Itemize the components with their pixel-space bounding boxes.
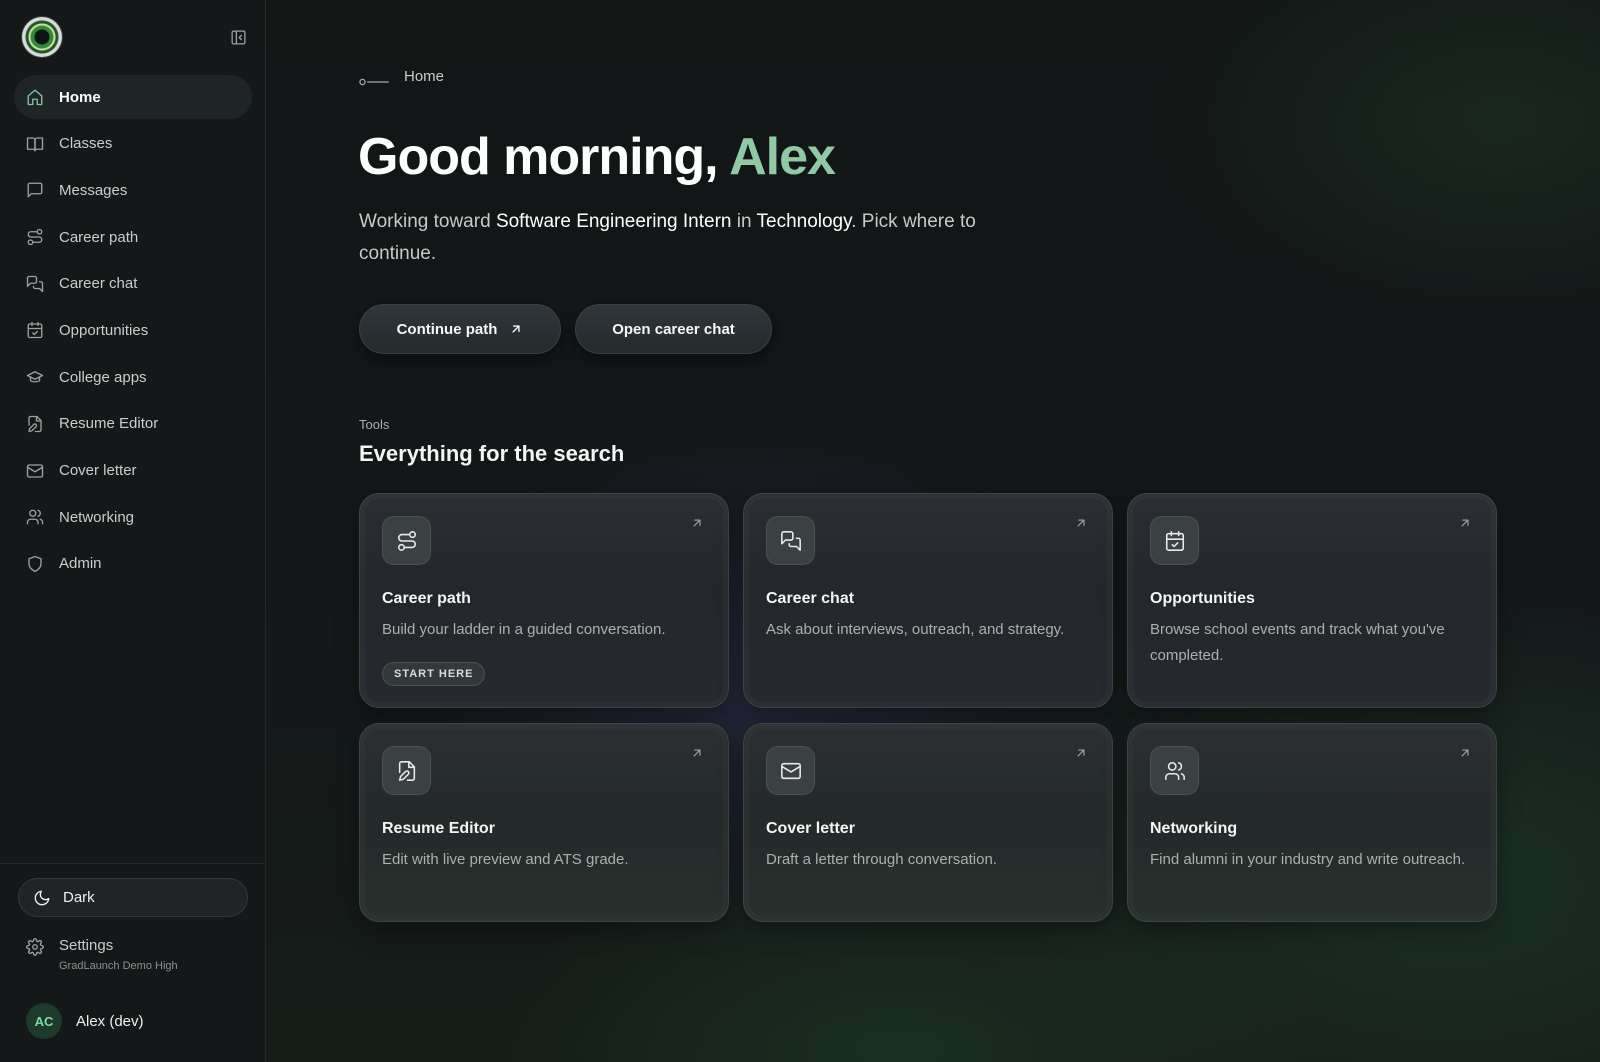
tool-card-cover-letter[interactable]: Cover letter Draft a letter through conv…	[743, 723, 1113, 922]
main-content: Home Good morning, Alex Working toward S…	[266, 0, 1600, 1062]
users-icon	[26, 508, 44, 526]
card-description: Find alumni in your industry and write o…	[1150, 851, 1466, 868]
theme-toggle-button[interactable]: Dark	[18, 878, 248, 917]
card-title: Networking	[1150, 820, 1238, 837]
message-icon	[26, 181, 44, 199]
tool-card-networking[interactable]: Networking Find alumni in your industry …	[1127, 723, 1497, 922]
calendar-check-icon	[26, 321, 44, 339]
users-icon	[1150, 746, 1199, 795]
sidebar: Home Classes Messages Career path Career…	[0, 0, 266, 1062]
sidebar-item-label: Resume Editor	[59, 415, 159, 433]
subtitle-text-2: in	[731, 211, 757, 232]
sidebar-item-home[interactable]: Home	[14, 75, 252, 119]
user-name: Alex (dev)	[76, 1012, 144, 1030]
sidebar-item-career-path[interactable]: Career path	[14, 215, 252, 259]
tool-card-resume-editor[interactable]: Resume Editor Edit with live preview and…	[359, 723, 729, 922]
sidebar-item-label: Messages	[59, 181, 128, 199]
continue-path-button[interactable]: Continue path	[359, 304, 561, 354]
sidebar-item-classes[interactable]: Classes	[14, 122, 252, 166]
theme-label: Dark	[63, 889, 95, 906]
card-description: Browse school events and track what you'…	[1150, 621, 1445, 664]
sidebar-item-career-chat[interactable]: Career chat	[14, 262, 252, 306]
card-title: Cover letter	[766, 820, 855, 837]
org-name: GradLaunch Demo High	[59, 960, 178, 972]
section-title: Everything for the search	[359, 441, 625, 466]
breadcrumb: Home	[359, 68, 444, 85]
card-description: Draft a letter through conversation.	[766, 851, 997, 868]
tool-card-career-path[interactable]: Career path Build your ladder in a guide…	[359, 493, 729, 708]
moon-icon	[33, 889, 51, 907]
sidebar-item-label: Classes	[59, 135, 113, 153]
book-icon	[26, 135, 44, 153]
sidebar-item-label: Admin	[59, 555, 102, 573]
sidebar-item-label: College apps	[59, 368, 147, 386]
route-icon	[26, 228, 44, 246]
sidebar-item-cover-letter[interactable]: Cover letter	[14, 449, 252, 493]
page-subtitle: Working toward Software Engineering Inte…	[359, 206, 979, 270]
card-title: Opportunities	[1150, 590, 1255, 607]
calendar-check-icon	[1150, 516, 1199, 565]
sidebar-item-label: Cover letter	[59, 462, 137, 479]
arrow-up-right-icon	[1074, 746, 1088, 760]
app-logo[interactable]	[22, 17, 62, 57]
sidebar-item-opportunities[interactable]: Opportunities	[14, 308, 252, 352]
target-role: Software Engineering Intern	[495, 211, 732, 232]
home-icon	[26, 88, 44, 106]
sidebar-item-admin[interactable]: Admin	[14, 542, 252, 586]
collapse-sidebar-icon[interactable]	[230, 29, 247, 46]
arrow-up-right-icon	[1074, 516, 1088, 530]
section-eyebrow: Tools	[359, 417, 390, 432]
sidebar-item-label: Career path	[59, 228, 139, 246]
arrow-up-right-icon	[509, 322, 523, 336]
sidebar-item-college-apps[interactable]: College apps	[14, 355, 252, 399]
greeting-name: Alex	[729, 128, 836, 186]
sidebar-item-messages[interactable]: Messages	[14, 168, 252, 212]
continue-path-label: Continue path	[396, 320, 498, 338]
card-title: Career path	[382, 590, 471, 607]
sidebar-divider	[0, 863, 266, 864]
route-icon	[382, 516, 431, 565]
breadcrumb-current[interactable]: Home	[404, 68, 444, 85]
arrow-up-right-icon	[1458, 516, 1472, 530]
sidebar-item-label: Career chat	[59, 275, 138, 293]
graduation-cap-icon	[26, 368, 44, 386]
card-description: Build your ladder in a guided conversati…	[382, 621, 666, 638]
chat-icon	[766, 516, 815, 565]
file-edit-icon	[26, 415, 44, 433]
sidebar-item-label: Home	[59, 88, 101, 106]
sidebar-item-label: Networking	[59, 508, 135, 526]
sidebar-item-resume-editor[interactable]: Resume Editor	[14, 402, 252, 446]
gear-icon	[26, 938, 44, 972]
card-description: Edit with live preview and ATS grade.	[382, 851, 629, 868]
brand-mark-icon	[359, 73, 391, 85]
mail-icon	[766, 746, 815, 795]
target-field: Technology	[756, 211, 852, 232]
card-title: Resume Editor	[382, 820, 495, 837]
settings-label: Settings	[59, 937, 114, 954]
file-edit-icon	[382, 746, 431, 795]
chat-icon	[26, 275, 44, 293]
arrow-up-right-icon	[1458, 746, 1472, 760]
mail-icon	[26, 462, 44, 480]
user-profile[interactable]: AC Alex (dev)	[26, 1003, 144, 1039]
arrow-up-right-icon	[690, 746, 704, 760]
avatar: AC	[26, 1003, 62, 1039]
sidebar-item-label: Opportunities	[59, 321, 149, 339]
start-here-badge: START HERE	[382, 662, 486, 686]
tool-card-opportunities[interactable]: Opportunities Browse school events and t…	[1127, 493, 1497, 708]
open-career-chat-label: Open career chat	[612, 320, 735, 338]
open-career-chat-button[interactable]: Open career chat	[575, 304, 772, 354]
arrow-up-right-icon	[690, 516, 704, 530]
card-title: Career chat	[766, 590, 855, 607]
page-title: Good morning, Alex	[358, 127, 836, 187]
card-description: Ask about interviews, outreach, and stra…	[766, 621, 1065, 638]
settings-link[interactable]: Settings GradLaunch Demo High	[26, 937, 178, 972]
subtitle-text-1: Working toward	[359, 211, 496, 232]
tool-card-career-chat[interactable]: Career chat Ask about interviews, outrea…	[743, 493, 1113, 708]
shield-icon	[26, 555, 44, 573]
greeting-prefix: Good morning,	[358, 128, 730, 186]
sidebar-nav: Home Classes Messages Career path Career…	[14, 75, 252, 589]
sidebar-item-networking[interactable]: Networking	[14, 495, 252, 539]
